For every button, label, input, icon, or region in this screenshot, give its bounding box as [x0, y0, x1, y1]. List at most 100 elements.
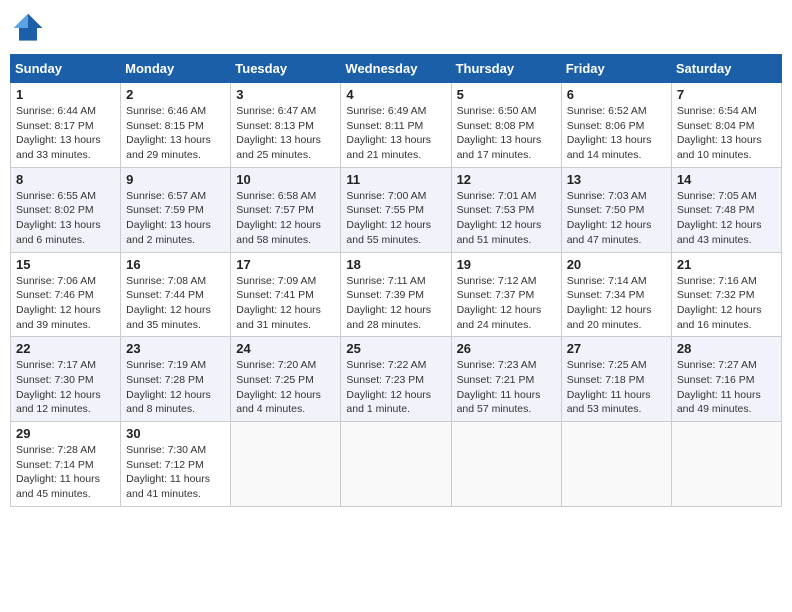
- calendar-day-cell: 6 Sunrise: 6:52 AM Sunset: 8:06 PM Dayli…: [561, 83, 671, 168]
- daylight-label: Daylight: 13 hours and 33 minutes.: [16, 134, 101, 161]
- day-of-week-header: Wednesday: [341, 55, 451, 83]
- calendar-day-cell: 8 Sunrise: 6:55 AM Sunset: 8:02 PM Dayli…: [11, 167, 121, 252]
- sunrise-label: Sunrise: 7:00 AM: [346, 190, 426, 202]
- calendar-day-cell: 23 Sunrise: 7:19 AM Sunset: 7:28 PM Dayl…: [121, 337, 231, 422]
- daylight-label: Daylight: 12 hours and 16 minutes.: [677, 304, 762, 331]
- sunrise-label: Sunrise: 7:30 AM: [126, 444, 206, 456]
- sunrise-label: Sunrise: 7:06 AM: [16, 275, 96, 287]
- daylight-label: Daylight: 12 hours and 51 minutes.: [457, 219, 542, 246]
- day-info: Sunrise: 6:57 AM Sunset: 7:59 PM Dayligh…: [126, 189, 225, 248]
- sunrise-label: Sunrise: 7:14 AM: [567, 275, 647, 287]
- day-info: Sunrise: 6:46 AM Sunset: 8:15 PM Dayligh…: [126, 104, 225, 163]
- day-number: 23: [126, 341, 225, 356]
- calendar-day-cell: 27 Sunrise: 7:25 AM Sunset: 7:18 PM Dayl…: [561, 337, 671, 422]
- calendar-day-cell: 9 Sunrise: 6:57 AM Sunset: 7:59 PM Dayli…: [121, 167, 231, 252]
- daylight-label: Daylight: 13 hours and 10 minutes.: [677, 134, 762, 161]
- day-number: 3: [236, 87, 335, 102]
- calendar-day-cell: 22 Sunrise: 7:17 AM Sunset: 7:30 PM Dayl…: [11, 337, 121, 422]
- day-number: 13: [567, 172, 666, 187]
- calendar-day-cell: 3 Sunrise: 6:47 AM Sunset: 8:13 PM Dayli…: [231, 83, 341, 168]
- day-number: 12: [457, 172, 556, 187]
- calendar-day-cell: 29 Sunrise: 7:28 AM Sunset: 7:14 PM Dayl…: [11, 422, 121, 507]
- sunset-label: Sunset: 8:17 PM: [16, 120, 94, 132]
- day-info: Sunrise: 7:12 AM Sunset: 7:37 PM Dayligh…: [457, 274, 556, 333]
- daylight-label: Daylight: 11 hours and 49 minutes.: [677, 389, 761, 416]
- day-info: Sunrise: 6:49 AM Sunset: 8:11 PM Dayligh…: [346, 104, 445, 163]
- calendar-week-row: 15 Sunrise: 7:06 AM Sunset: 7:46 PM Dayl…: [11, 252, 782, 337]
- sunrise-label: Sunrise: 6:50 AM: [457, 105, 537, 117]
- day-info: Sunrise: 7:20 AM Sunset: 7:25 PM Dayligh…: [236, 358, 335, 417]
- sunrise-label: Sunrise: 6:58 AM: [236, 190, 316, 202]
- daylight-label: Daylight: 12 hours and 8 minutes.: [126, 389, 211, 416]
- day-info: Sunrise: 7:17 AM Sunset: 7:30 PM Dayligh…: [16, 358, 115, 417]
- sunrise-label: Sunrise: 7:09 AM: [236, 275, 316, 287]
- day-number: 1: [16, 87, 115, 102]
- calendar-day-cell: 20 Sunrise: 7:14 AM Sunset: 7:34 PM Dayl…: [561, 252, 671, 337]
- day-number: 16: [126, 257, 225, 272]
- daylight-label: Daylight: 12 hours and 39 minutes.: [16, 304, 101, 331]
- daylight-label: Daylight: 13 hours and 2 minutes.: [126, 219, 211, 246]
- daylight-label: Daylight: 13 hours and 29 minutes.: [126, 134, 211, 161]
- sunrise-label: Sunrise: 7:27 AM: [677, 359, 757, 371]
- day-info: Sunrise: 7:28 AM Sunset: 7:14 PM Dayligh…: [16, 443, 115, 502]
- sunset-label: Sunset: 7:30 PM: [16, 374, 94, 386]
- calendar-day-cell: 16 Sunrise: 7:08 AM Sunset: 7:44 PM Dayl…: [121, 252, 231, 337]
- daylight-label: Daylight: 11 hours and 57 minutes.: [457, 389, 541, 416]
- day-info: Sunrise: 7:23 AM Sunset: 7:21 PM Dayligh…: [457, 358, 556, 417]
- sunset-label: Sunset: 7:16 PM: [677, 374, 755, 386]
- day-info: Sunrise: 6:54 AM Sunset: 8:04 PM Dayligh…: [677, 104, 776, 163]
- sunrise-label: Sunrise: 7:08 AM: [126, 275, 206, 287]
- day-number: 25: [346, 341, 445, 356]
- day-number: 2: [126, 87, 225, 102]
- calendar-day-cell: 1 Sunrise: 6:44 AM Sunset: 8:17 PM Dayli…: [11, 83, 121, 168]
- sunrise-label: Sunrise: 6:49 AM: [346, 105, 426, 117]
- sunset-label: Sunset: 7:39 PM: [346, 289, 424, 301]
- sunset-label: Sunset: 7:23 PM: [346, 374, 424, 386]
- day-number: 7: [677, 87, 776, 102]
- sunrise-label: Sunrise: 6:57 AM: [126, 190, 206, 202]
- calendar-day-cell: 5 Sunrise: 6:50 AM Sunset: 8:08 PM Dayli…: [451, 83, 561, 168]
- day-number: 18: [346, 257, 445, 272]
- day-info: Sunrise: 6:50 AM Sunset: 8:08 PM Dayligh…: [457, 104, 556, 163]
- day-info: Sunrise: 6:55 AM Sunset: 8:02 PM Dayligh…: [16, 189, 115, 248]
- day-number: 19: [457, 257, 556, 272]
- day-info: Sunrise: 7:01 AM Sunset: 7:53 PM Dayligh…: [457, 189, 556, 248]
- calendar-week-row: 29 Sunrise: 7:28 AM Sunset: 7:14 PM Dayl…: [11, 422, 782, 507]
- day-of-week-header: Tuesday: [231, 55, 341, 83]
- sunset-label: Sunset: 7:55 PM: [346, 204, 424, 216]
- day-number: 21: [677, 257, 776, 272]
- day-info: Sunrise: 7:19 AM Sunset: 7:28 PM Dayligh…: [126, 358, 225, 417]
- day-number: 5: [457, 87, 556, 102]
- logo-icon: [10, 10, 46, 46]
- day-number: 10: [236, 172, 335, 187]
- day-number: 17: [236, 257, 335, 272]
- daylight-label: Daylight: 12 hours and 24 minutes.: [457, 304, 542, 331]
- day-of-week-header: Friday: [561, 55, 671, 83]
- sunrise-label: Sunrise: 7:11 AM: [346, 275, 425, 287]
- day-info: Sunrise: 6:47 AM Sunset: 8:13 PM Dayligh…: [236, 104, 335, 163]
- sunrise-label: Sunrise: 7:20 AM: [236, 359, 316, 371]
- day-of-week-header: Thursday: [451, 55, 561, 83]
- daylight-label: Daylight: 11 hours and 41 minutes.: [126, 473, 210, 500]
- sunrise-label: Sunrise: 7:03 AM: [567, 190, 647, 202]
- daylight-label: Daylight: 13 hours and 17 minutes.: [457, 134, 542, 161]
- day-number: 26: [457, 341, 556, 356]
- day-number: 8: [16, 172, 115, 187]
- calendar-day-cell: 2 Sunrise: 6:46 AM Sunset: 8:15 PM Dayli…: [121, 83, 231, 168]
- daylight-label: Daylight: 13 hours and 6 minutes.: [16, 219, 101, 246]
- logo: [10, 10, 50, 46]
- day-info: Sunrise: 7:00 AM Sunset: 7:55 PM Dayligh…: [346, 189, 445, 248]
- sunrise-label: Sunrise: 6:46 AM: [126, 105, 206, 117]
- daylight-label: Daylight: 12 hours and 20 minutes.: [567, 304, 652, 331]
- daylight-label: Daylight: 11 hours and 45 minutes.: [16, 473, 100, 500]
- sunset-label: Sunset: 7:37 PM: [457, 289, 535, 301]
- sunrise-label: Sunrise: 7:22 AM: [346, 359, 426, 371]
- sunrise-label: Sunrise: 7:16 AM: [677, 275, 757, 287]
- calendar-week-row: 1 Sunrise: 6:44 AM Sunset: 8:17 PM Dayli…: [11, 83, 782, 168]
- day-info: Sunrise: 7:11 AM Sunset: 7:39 PM Dayligh…: [346, 274, 445, 333]
- calendar-day-cell: 14 Sunrise: 7:05 AM Sunset: 7:48 PM Dayl…: [671, 167, 781, 252]
- sunrise-label: Sunrise: 7:01 AM: [457, 190, 537, 202]
- day-info: Sunrise: 7:30 AM Sunset: 7:12 PM Dayligh…: [126, 443, 225, 502]
- calendar-day-cell: [451, 422, 561, 507]
- sunrise-label: Sunrise: 7:19 AM: [126, 359, 206, 371]
